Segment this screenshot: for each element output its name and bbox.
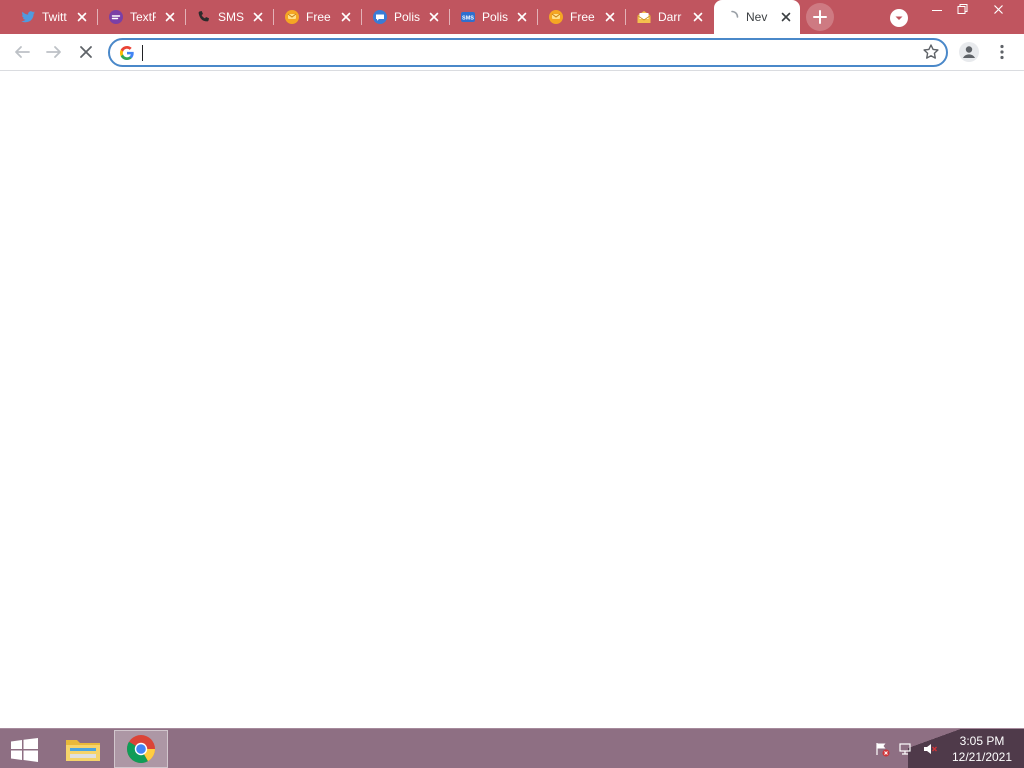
tab-free-1[interactable]: Free [274,0,362,34]
taskbar-file-explorer[interactable] [56,730,110,768]
volume-muted-icon[interactable] [922,741,938,757]
envelope-icon [636,9,652,25]
windows-logo-icon [11,738,38,762]
folder-icon [66,740,100,761]
system-clock[interactable]: 3:05 PM 12/21/2021 [946,733,1018,765]
close-icon [994,5,1003,14]
tab-title: Darr [658,10,682,24]
star-icon [923,44,939,59]
phone-icon [196,9,212,25]
browser-window: Twitt TextF SMS Free Polis SMS Polis Fre… [0,0,1024,768]
tab-polis-2[interactable]: SMS Polis [450,0,538,34]
arrow-right-icon [46,46,61,58]
close-icon [80,46,92,58]
back-button[interactable] [10,40,34,64]
clock-time: 3:05 PM [959,734,1005,748]
more-vertical-icon [1000,44,1004,60]
textfree-icon [108,9,124,25]
restore-button[interactable] [945,0,979,20]
tab-darr[interactable]: Darr [626,0,714,34]
forward-button[interactable] [42,40,66,64]
clock-date: 12/21/2021 [951,750,1013,764]
restore-icon [957,4,968,14]
close-icon[interactable] [690,9,706,25]
tab-title: SMS [218,10,244,24]
tab-polis-1[interactable]: Polis [362,0,450,34]
google-g-icon [119,45,135,61]
start-button[interactable] [0,729,48,768]
window-close-button[interactable] [982,0,1016,20]
twitter-bird-icon [20,9,36,25]
address-input[interactable] [143,43,883,62]
new-tab-button[interactable] [806,3,834,31]
stop-loading-button[interactable] [74,40,98,64]
close-icon[interactable] [250,9,266,25]
browser-menu-button[interactable] [994,42,1010,62]
close-icon[interactable] [338,9,354,25]
close-icon[interactable] [778,9,794,25]
chevron-down-icon [895,16,903,20]
tab-title: Polis [394,10,420,24]
arrow-left-icon [15,46,30,58]
chrome-icon [127,735,155,763]
address-bar[interactable] [108,38,948,67]
network-icon[interactable] [898,741,914,757]
tab-sms[interactable]: SMS [186,0,274,34]
tab-title: Free [570,10,595,24]
plus-icon [813,10,827,24]
tab-title: Nev [746,10,768,24]
tab-twitter[interactable]: Twitt [10,0,98,34]
avatar-icon [959,42,979,62]
action-center-flag-icon[interactable] [874,741,890,757]
profile-button[interactable] [958,41,980,63]
page-content [0,72,1024,728]
close-icon[interactable] [514,9,530,25]
tab-title: Twitt [42,10,67,24]
close-icon[interactable] [162,9,178,25]
tab-textfree[interactable]: TextF [98,0,186,34]
loading-spinner-icon [724,9,740,25]
close-icon[interactable] [602,9,618,25]
windows-taskbar: 3:05 PM 12/21/2021 [0,728,1024,768]
bookmark-star-button[interactable] [922,43,940,61]
svg-text:SMS: SMS [462,16,474,22]
emoji-message-icon [284,9,300,25]
close-icon[interactable] [426,9,442,25]
chat-bubble-icon [372,9,388,25]
tab-search-button[interactable] [890,9,908,27]
tab-title: Free [306,10,331,24]
tab-free-2[interactable]: Free [538,0,626,34]
close-icon[interactable] [74,9,90,25]
tab-title: Polis [482,10,508,24]
taskbar-chrome[interactable] [114,730,168,768]
tab-new-tab[interactable]: Nev [714,0,800,34]
tab-strip: Twitt TextF SMS Free Polis SMS Polis Fre… [0,0,1024,34]
sms-icon: SMS [460,9,476,25]
emoji-message-icon [548,9,564,25]
tab-title: TextF [130,10,156,24]
